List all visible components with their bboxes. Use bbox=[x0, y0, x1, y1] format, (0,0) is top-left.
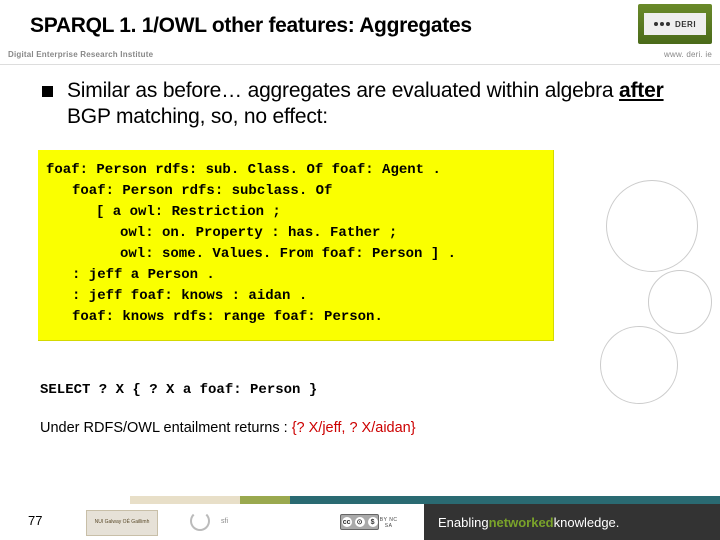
deri-logo: DERI bbox=[638, 4, 712, 44]
slide-root: SPARQL 1. 1/OWL other features: Aggregat… bbox=[0, 0, 720, 540]
code-line: : jeff a Person . bbox=[46, 265, 545, 286]
footer-color-bar bbox=[130, 496, 720, 504]
result-pre: Under RDFS/OWL entailment returns : bbox=[40, 420, 292, 436]
header-separator bbox=[0, 64, 720, 65]
cc-label: BY NC SA bbox=[379, 517, 398, 529]
footer-tagline: Enabling networked knowledge. bbox=[424, 504, 720, 540]
square-bullet-icon bbox=[42, 86, 53, 97]
code-line: foaf: Person rdfs: subclass. Of bbox=[46, 181, 545, 202]
bullet-post: BGP matching, so, no effect: bbox=[67, 105, 328, 128]
code-line: owl: on. Property : has. Father ; bbox=[46, 223, 545, 244]
sparql-query: SELECT ? X { ? X a foaf: Person } bbox=[40, 382, 317, 398]
bullet-pre: Similar as before… aggregates are evalua… bbox=[67, 79, 619, 102]
bullet-emphasis: after bbox=[619, 79, 664, 102]
footer-bar-segment bbox=[130, 496, 240, 504]
sfi-logo: sfi bbox=[178, 506, 228, 536]
code-line: [ a owl: Restriction ; bbox=[46, 202, 545, 223]
tagline-pre: Enabling bbox=[438, 515, 489, 530]
nui-galway-logo: NUI Galway OÉ Gaillimh bbox=[86, 510, 158, 536]
institute-label: Digital Enterprise Research Institute bbox=[8, 50, 153, 59]
by-icon: ⊙ bbox=[355, 517, 365, 527]
tagline-highlight: networked bbox=[489, 515, 554, 530]
cc-icon: cc bbox=[342, 517, 352, 527]
footer-bar-segment bbox=[290, 496, 720, 504]
footer-bar-segment bbox=[240, 496, 290, 504]
decor-circle bbox=[606, 180, 698, 272]
page-number: 77 bbox=[28, 513, 42, 528]
sfi-text: sfi bbox=[221, 518, 228, 525]
cc-badge: cc ⊙ $ bbox=[340, 514, 379, 530]
deri-logo-inner: DERI bbox=[644, 13, 706, 35]
cc-license-logo: cc ⊙ $ BY NC SA bbox=[340, 510, 398, 534]
nc-icon: $ bbox=[368, 517, 378, 527]
decor-circle bbox=[600, 326, 678, 404]
result-bindings: {? X/jeff, ? X/aidan} bbox=[292, 420, 416, 436]
code-line: foaf: Person rdfs: sub. Class. Of foaf: … bbox=[46, 160, 545, 181]
result-text: Under RDFS/OWL entailment returns : {? X… bbox=[40, 420, 416, 436]
slide-body: Similar as before… aggregates are evalua… bbox=[42, 78, 700, 131]
tagline-post: knowledge. bbox=[554, 515, 620, 530]
bullet-item: Similar as before… aggregates are evalua… bbox=[42, 78, 700, 131]
code-line: owl: some. Values. From foaf: Person ] . bbox=[46, 244, 545, 265]
deri-logo-text: DERI bbox=[675, 20, 696, 29]
website-url: www. deri. ie bbox=[664, 50, 712, 59]
slide-title: SPARQL 1. 1/OWL other features: Aggregat… bbox=[30, 14, 472, 38]
code-block: foaf: Person rdfs: sub. Class. Of foaf: … bbox=[38, 150, 554, 341]
decor-circle bbox=[648, 270, 712, 334]
code-line: : jeff foaf: knows : aidan . bbox=[46, 286, 545, 307]
sfi-swirl-icon bbox=[190, 511, 210, 531]
bullet-text: Similar as before… aggregates are evalua… bbox=[67, 78, 700, 131]
slide-footer: 77 NUI Galway OÉ Gaillimh sfi cc ⊙ $ BY … bbox=[0, 498, 720, 540]
code-line: foaf: knows rdfs: range foaf: Person. bbox=[46, 307, 545, 328]
